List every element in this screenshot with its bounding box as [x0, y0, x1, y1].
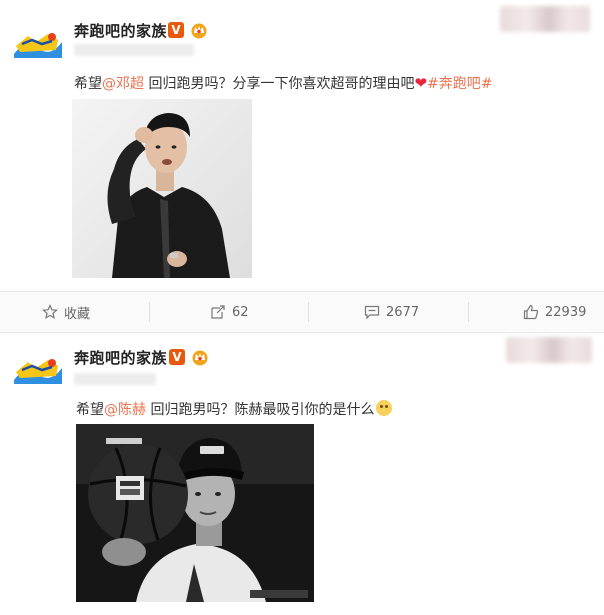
post-action-bar: 收藏 62 2677 22939	[0, 291, 604, 333]
post-text-body: 回归跑男吗？陈赫最吸引你的是什么	[146, 402, 375, 418]
heart-icon: ❤	[414, 74, 428, 92]
basketball-portrait-photo-icon[interactable]	[76, 424, 314, 602]
crown-badge-icon	[191, 23, 207, 39]
post-meta-redacted	[74, 373, 156, 385]
thumbs-up-icon	[523, 304, 539, 320]
favorite-label: 收藏	[64, 306, 91, 322]
verified-badge-icon: V	[169, 349, 185, 365]
weibo-post-1: 奔跑吧的家族 V 希望@邓超 回归跑男吗？分享一下你喜欢超哥的理由吧❤#奔跑吧#	[0, 0, 604, 291]
redacted-area	[500, 6, 590, 32]
wink-emoji-icon	[376, 400, 393, 416]
comment-button[interactable]: 2677	[364, 292, 419, 332]
divider	[149, 302, 150, 322]
comment-count: 2677	[386, 304, 420, 320]
repost-icon	[211, 305, 225, 319]
divider	[308, 302, 309, 322]
topic-link[interactable]: #奔跑吧#	[427, 76, 492, 92]
like-button[interactable]: 22939	[523, 292, 586, 332]
post-text-body: 回归跑男吗？分享一下你喜欢超哥的理由吧	[144, 76, 415, 92]
favorite-button[interactable]: 收藏	[42, 292, 90, 332]
running-man-logo-icon[interactable]	[12, 354, 64, 388]
running-man-logo-icon[interactable]	[12, 28, 64, 62]
verified-badge-icon: V	[168, 22, 184, 38]
divider	[468, 302, 469, 322]
redacted-area	[506, 337, 592, 363]
repost-count: 62	[232, 304, 249, 320]
repost-button[interactable]: 62	[210, 292, 249, 332]
mention-link[interactable]: @邓超	[102, 76, 144, 92]
comment-icon	[364, 305, 380, 320]
author-name[interactable]: 奔跑吧的家族	[74, 20, 167, 41]
star-icon	[42, 304, 58, 320]
post-text: 希望@陈赫 回归跑男吗？陈赫最吸引你的是什么	[76, 399, 393, 419]
author-name[interactable]: 奔跑吧的家族	[74, 347, 167, 368]
crown-badge-icon	[192, 350, 208, 366]
post-text-prefix: 希望	[76, 402, 104, 418]
post-text-prefix: 希望	[74, 76, 102, 92]
post-meta-redacted	[74, 44, 194, 56]
portrait-photo-icon[interactable]	[72, 99, 252, 278]
weibo-post-2: 奔跑吧的家族 V 希望@陈赫 回归跑男吗？陈赫最吸引你的是什么	[0, 333, 604, 615]
like-count: 22939	[545, 304, 587, 320]
mention-link[interactable]: @陈赫	[104, 402, 146, 418]
post-text: 希望@邓超 回归跑男吗？分享一下你喜欢超哥的理由吧❤#奔跑吧#	[74, 73, 493, 93]
